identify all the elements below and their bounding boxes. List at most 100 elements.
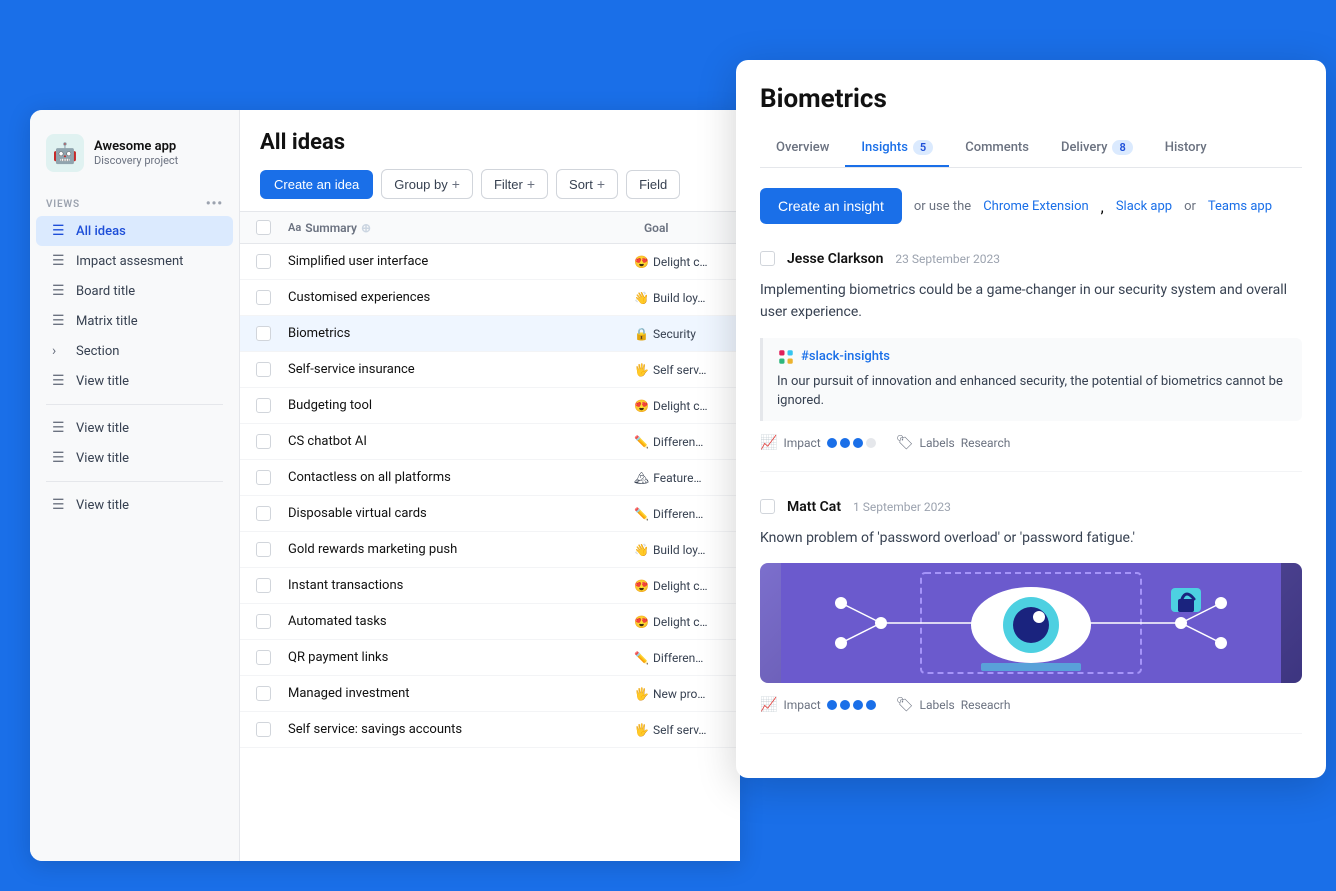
insight-checkbox-2[interactable] (760, 499, 775, 514)
row-checkbox[interactable] (256, 362, 271, 377)
table-row-biometrics[interactable]: Biometrics 🔒Security (240, 316, 740, 352)
chevron-right-icon: › (52, 343, 68, 359)
row-checkbox[interactable] (256, 722, 271, 737)
table-row[interactable]: Customised experiences 👋Build loy… (240, 280, 740, 316)
list-icon: ☰ (52, 223, 68, 239)
row-summary: Simplified user interface (288, 254, 626, 269)
group-by-button[interactable]: Group by + (381, 169, 473, 199)
sidebar-item-view-title-3[interactable]: ☰ View title (36, 443, 233, 473)
tab-overview[interactable]: Overview (760, 130, 845, 167)
tag-icon-2: 🏷 (896, 697, 914, 713)
tab-history[interactable]: History (1149, 130, 1223, 167)
row-checkbox[interactable] (256, 470, 271, 485)
create-idea-button[interactable]: Create an idea (260, 170, 373, 199)
slack-app-link[interactable]: Slack app (1116, 199, 1172, 214)
sidebar-item-view-title-1[interactable]: ☰ View title (36, 366, 233, 396)
insight-footer-2: 📈 Impact 🏷 Labels Reseacrh (760, 697, 1302, 713)
row-checkbox[interactable] (256, 650, 271, 665)
insight-author-1: Jesse Clarkson (787, 251, 883, 267)
create-insight-button[interactable]: Create an insight (760, 188, 902, 224)
sidebar-item-impact-assessment[interactable]: ☰ Impact assesment (36, 246, 233, 276)
slack-quote-1: #slack-insights In our pursuit of innova… (760, 338, 1302, 421)
labels-value-1: Research (961, 436, 1011, 450)
row-checkbox[interactable] (256, 290, 271, 305)
row-checkbox[interactable] (256, 506, 271, 521)
impact-item-1: 📈 Impact (760, 435, 876, 451)
fields-button[interactable]: Field (626, 170, 680, 199)
select-all-checkbox[interactable] (256, 220, 271, 235)
row-goal: 👋Build loy… (634, 543, 724, 557)
sidebar-item-view-title-2[interactable]: ☰ View title (36, 413, 233, 443)
table-row[interactable]: Self service: savings accounts 🖐Self ser… (240, 712, 740, 748)
views-menu-button[interactable]: ••• (206, 196, 223, 212)
sidebar-item-matrix-title[interactable]: ☰ Matrix title (36, 306, 233, 336)
table-header: Aa Summary ⊕ Goal (240, 212, 740, 244)
table-row[interactable]: Simplified user interface 😍Delight c… (240, 244, 740, 280)
labels-label-2: Labels (919, 698, 954, 712)
row-checkbox[interactable] (256, 434, 271, 449)
sidebar-item-board-title[interactable]: ☰ Board title (36, 276, 233, 306)
teams-app-link[interactable]: Teams app (1208, 199, 1272, 214)
row-summary: QR payment links (288, 650, 626, 665)
biometrics-illustration (760, 563, 1302, 683)
dot (827, 700, 837, 710)
table-row[interactable]: Automated tasks 😍Delight c… (240, 604, 740, 640)
row-checkbox[interactable] (256, 254, 271, 269)
sidebar-item-view-title-4[interactable]: ☰ View title (36, 490, 233, 520)
create-insight-row: Create an insight or use the Chrome Exte… (760, 188, 1302, 224)
slack-channel-name-1[interactable]: #slack-insights (801, 349, 890, 364)
slack-channel-1: #slack-insights (777, 348, 1288, 366)
insight-card-header-2: Matt Cat 1 September 2023 (760, 496, 1302, 515)
trend-icon: 📈 (760, 435, 777, 451)
table-row[interactable]: Disposable virtual cards ✏️Differen… (240, 496, 740, 532)
row-checkbox[interactable] (256, 614, 271, 629)
row-summary: Disposable virtual cards (288, 506, 626, 521)
tab-comments[interactable]: Comments (949, 130, 1045, 167)
row-summary: Customised experiences (288, 290, 626, 305)
insight-checkbox-1[interactable] (760, 251, 775, 266)
ideas-panel: All ideas Create an idea Group by + Filt… (240, 110, 740, 861)
detail-tabs: Overview Insights 5 Comments Delivery 8 … (760, 130, 1302, 168)
app-subtitle: Discovery project (94, 154, 178, 167)
row-summary: Gold rewards marketing push (288, 542, 626, 557)
sidebar-divider-2 (46, 481, 223, 482)
row-summary: Self service: savings accounts (288, 722, 626, 737)
table-row[interactable]: Instant transactions 😍Delight c… (240, 568, 740, 604)
row-goal: ✏️Differen… (634, 507, 724, 521)
row-checkbox[interactable] (256, 686, 271, 701)
table-row[interactable]: Self-service insurance 🖐Self serv… (240, 352, 740, 388)
table-row[interactable]: CS chatbot AI ✏️Differen… (240, 424, 740, 460)
filter-button[interactable]: Filter + (481, 169, 548, 199)
row-checkbox[interactable] (256, 578, 271, 593)
list-icon: ☰ (52, 450, 68, 466)
row-goal: 🖐Self serv… (634, 723, 724, 737)
labels-item-2: 🏷 Labels Reseacrh (896, 697, 1011, 713)
ideas-toolbar: Create an idea Group by + Filter + Sort … (260, 169, 720, 199)
app-icon: 🤖 (46, 134, 84, 172)
slack-icon (777, 348, 795, 366)
table-row[interactable]: Gold rewards marketing push 👋Build loy… (240, 532, 740, 568)
row-goal: 🔒Security (634, 327, 724, 341)
table-row[interactable]: Budgeting tool 😍Delight c… (240, 388, 740, 424)
row-checkbox[interactable] (256, 326, 271, 341)
sort-button[interactable]: Sort + (556, 169, 618, 199)
tab-insights[interactable]: Insights 5 (845, 130, 949, 167)
insight-author-2: Matt Cat (787, 499, 841, 515)
row-summary: Self-service insurance (288, 362, 626, 377)
list-icon: ☰ (52, 253, 68, 269)
table-row[interactable]: Managed investment 🖐New pro… (240, 676, 740, 712)
sidebar-item-section[interactable]: › Section (36, 336, 233, 366)
labels-label: Labels (919, 436, 954, 450)
table-row[interactable]: QR payment links ✏️Differen… (240, 640, 740, 676)
row-checkbox[interactable] (256, 398, 271, 413)
sidebar-item-all-ideas[interactable]: ☰ All ideas (36, 216, 233, 246)
row-checkbox[interactable] (256, 542, 271, 557)
list-icon: ☰ (52, 497, 68, 513)
tab-delivery[interactable]: Delivery 8 (1045, 130, 1149, 167)
chrome-extension-link[interactable]: Chrome Extension (983, 199, 1088, 214)
ideas-header: All ideas Create an idea Group by + Filt… (240, 110, 740, 212)
table-row[interactable]: Contactless on all platforms 🏔Feature… (240, 460, 740, 496)
insight-meta-2: Matt Cat 1 September 2023 (787, 496, 1302, 515)
or-text: or use the (914, 199, 971, 214)
insight-card-1: Jesse Clarkson 23 September 2023 Impleme… (760, 248, 1302, 472)
